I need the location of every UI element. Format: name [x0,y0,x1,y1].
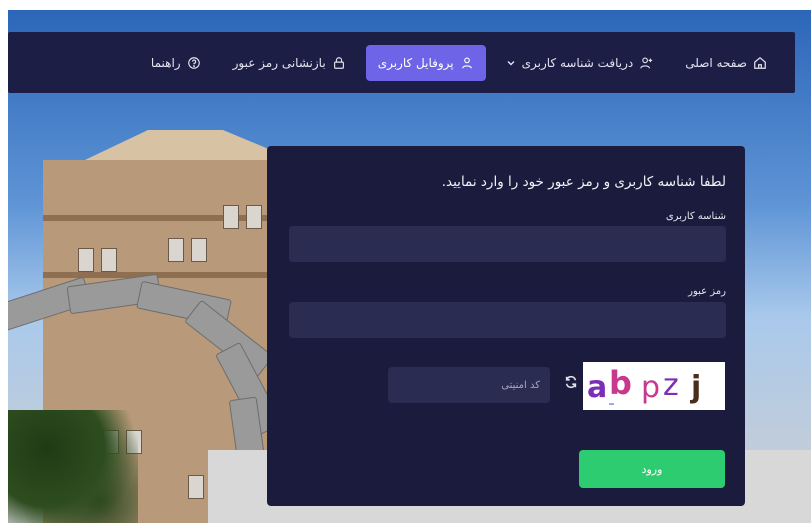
building-window [101,248,117,272]
nav-user-profile[interactable]: پروفایل کاربری [365,44,486,81]
home-icon [754,56,766,69]
nav-home-label: صفحه اصلی [685,55,747,70]
nav-get-user-id[interactable]: دریافت شناسه کاربری [494,45,666,81]
login-title: لطفا شناسه کاربری و رمز عبور خود را وارد… [441,174,726,190]
chevron-down-icon [507,60,515,65]
nav-help[interactable]: راهنما [139,45,213,81]
building-window [78,248,94,272]
lock-icon [333,56,344,69]
building-window [168,238,184,262]
main-navbar: صفحه اصلی دریافت شناسه کاربری پروفایل کا… [8,32,795,93]
building-window [223,205,239,229]
nav-reset-password[interactable]: بازنشانی رمز عبور [221,45,358,81]
building-window [246,205,262,229]
trees [8,410,138,523]
nav-reset-password-label: بازنشانی رمز عبور [232,55,326,70]
captcha-input[interactable] [388,367,550,403]
username-label: شناسه کاربری [665,211,726,222]
refresh-captcha-icon[interactable] [564,375,578,389]
nav-help-label: راهنما [150,55,181,70]
help-circle-icon [187,56,200,69]
password-input[interactable] [289,302,726,338]
user-icon [461,57,472,68]
captcha-image: a b _ p z j [583,362,725,410]
building-window [191,238,207,262]
nav-user-profile-label: پروفایل کاربری [377,55,454,70]
nav-home[interactable]: صفحه اصلی [673,45,779,81]
user-plus-icon [640,57,653,68]
nav-get-user-id-label: دریافت شناسه کاربری [521,55,634,70]
username-input[interactable] [289,226,726,262]
login-card: لطفا شناسه کاربری و رمز عبور خود را وارد… [267,146,745,506]
login-button[interactable]: ورود [579,450,725,488]
password-label: رمز عبور [688,286,726,297]
